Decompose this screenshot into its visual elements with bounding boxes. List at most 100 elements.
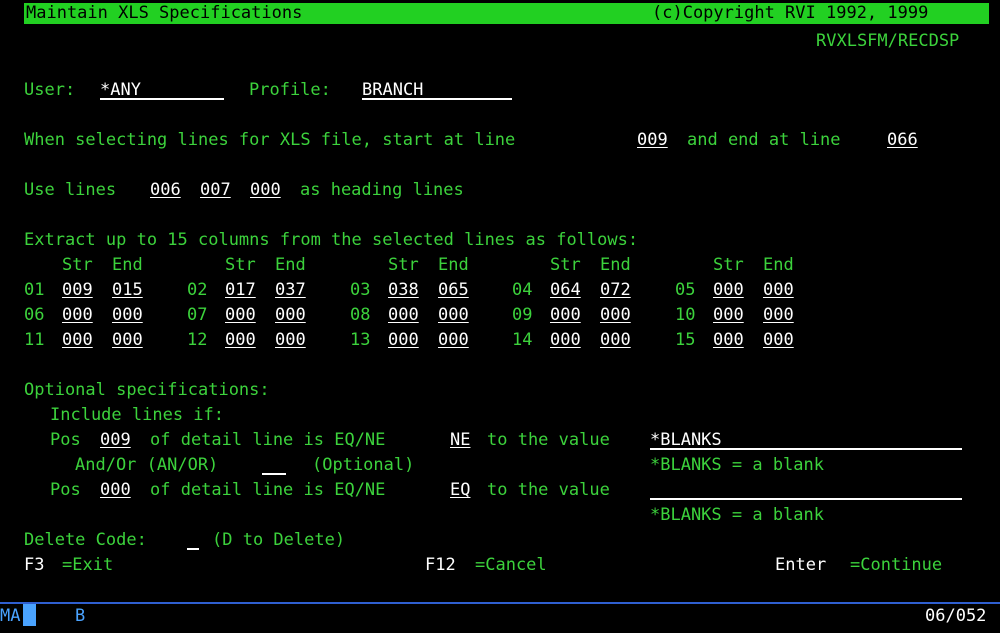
column-number: 09	[512, 305, 533, 325]
end-header: End	[275, 255, 306, 275]
value-1-input[interactable]: *BLANKS	[650, 429, 962, 450]
str-header: Str	[62, 255, 93, 275]
column-number: 05	[675, 280, 696, 300]
column-start-input[interactable]: 009	[62, 279, 93, 301]
heading-lines-suffix: as heading lines	[300, 180, 464, 200]
column-end-input[interactable]: 000	[600, 329, 631, 351]
column-number: 07	[187, 305, 208, 325]
column-start-input[interactable]: 000	[388, 329, 419, 351]
column-number: 01	[24, 280, 45, 300]
column-start-input[interactable]: 000	[62, 304, 93, 326]
column-end-input[interactable]: 000	[763, 279, 794, 301]
pos-label-2: Pos	[50, 480, 81, 500]
blanks-note-1: *BLANKS = a blank	[650, 455, 824, 475]
column-end-input[interactable]: 000	[763, 329, 794, 351]
f3-key-label: F3	[24, 555, 45, 575]
optional-specs-label: Optional specifications:	[24, 380, 270, 400]
status-bar	[0, 602, 1000, 633]
str-header: Str	[550, 255, 581, 275]
delete-code-input[interactable]	[187, 529, 199, 550]
pos-1-input[interactable]: 009	[100, 429, 131, 451]
column-number: 13	[350, 330, 371, 350]
column-end-input[interactable]: 000	[763, 304, 794, 326]
f3-action-label: =Exit	[62, 555, 114, 575]
to-value-text-1: to the value	[487, 430, 610, 450]
end-line-text: and end at line	[687, 130, 841, 150]
end-header: End	[112, 255, 143, 275]
detail-line-text-2: of detail line is EQ/NE	[150, 480, 386, 500]
andor-label: And/Or (AN/OR)	[75, 455, 219, 475]
column-start-input[interactable]: 000	[225, 304, 256, 326]
column-number: 12	[187, 330, 208, 350]
delete-code-hint: (D to Delete)	[212, 530, 346, 550]
column-number: 03	[350, 280, 371, 300]
heading-line-2-input[interactable]: 007	[200, 179, 231, 201]
end-line-input[interactable]: 066	[887, 129, 918, 151]
end-header: End	[438, 255, 469, 275]
column-end-input[interactable]: 015	[112, 279, 143, 301]
user-input[interactable]: *ANY	[100, 79, 224, 100]
column-start-input[interactable]: 000	[713, 329, 744, 351]
operator-2-input[interactable]: EQ	[450, 479, 470, 501]
user-label: User:	[24, 80, 76, 100]
column-number: 08	[350, 305, 371, 325]
column-end-input[interactable]: 000	[438, 329, 469, 351]
column-number: 02	[187, 280, 208, 300]
f12-key-label: F12	[425, 555, 456, 575]
column-number: 14	[512, 330, 533, 350]
enter-key-label: Enter	[775, 555, 827, 575]
column-number: 11	[24, 330, 45, 350]
delete-code-label: Delete Code:	[24, 530, 147, 550]
column-start-input[interactable]: 000	[550, 329, 581, 351]
column-end-input[interactable]: 065	[438, 279, 469, 301]
column-end-input[interactable]: 000	[275, 329, 306, 351]
pos-label-1: Pos	[50, 430, 81, 450]
str-header: Str	[388, 255, 419, 275]
column-start-input[interactable]: 000	[550, 304, 581, 326]
status-mode: MA	[0, 606, 21, 626]
column-end-input[interactable]: 000	[112, 304, 143, 326]
heading-line-1-input[interactable]: 006	[150, 179, 181, 201]
andor-input[interactable]	[262, 454, 286, 475]
str-header: Str	[225, 255, 256, 275]
cursor-block	[23, 604, 36, 626]
str-header: Str	[713, 255, 744, 275]
extract-columns-text: Extract up to 15 columns from the select…	[24, 230, 639, 250]
column-end-input[interactable]: 037	[275, 279, 306, 301]
f12-action-label: =Cancel	[475, 555, 547, 575]
column-end-input[interactable]: 000	[600, 304, 631, 326]
start-line-input[interactable]: 009	[637, 129, 668, 151]
column-start-input[interactable]: 000	[713, 279, 744, 301]
column-start-input[interactable]: 000	[62, 329, 93, 351]
program-id: RVXLSFM/RECDSP	[816, 31, 960, 51]
screen-title: Maintain XLS Specifications	[26, 3, 303, 23]
heading-line-3-input[interactable]: 000	[250, 179, 281, 201]
column-end-input[interactable]: 000	[438, 304, 469, 326]
include-lines-label: Include lines if:	[50, 405, 224, 425]
column-start-input[interactable]: 000	[225, 329, 256, 351]
enter-action-label: =Continue	[850, 555, 943, 575]
pos-2-input[interactable]: 000	[100, 479, 131, 501]
cursor-position: 06/052	[925, 606, 987, 626]
column-end-input[interactable]: 000	[275, 304, 306, 326]
status-indicator: B	[75, 606, 86, 626]
detail-line-text-1: of detail line is EQ/NE	[150, 430, 386, 450]
heading-lines-label: Use lines	[24, 180, 117, 200]
column-number: 04	[512, 280, 533, 300]
column-start-input[interactable]: 000	[713, 304, 744, 326]
title-bar: Maintain XLS Specifications (c)Copyright…	[24, 3, 989, 24]
end-header: End	[763, 255, 794, 275]
column-start-input[interactable]: 038	[388, 279, 419, 301]
profile-label: Profile:	[249, 80, 331, 100]
to-value-text-2: to the value	[487, 480, 610, 500]
profile-input[interactable]: BRANCH	[362, 79, 512, 100]
column-start-input[interactable]: 017	[225, 279, 256, 301]
column-start-input[interactable]: 064	[550, 279, 581, 301]
operator-1-input[interactable]: NE	[450, 429, 470, 451]
value-2-input[interactable]	[650, 479, 962, 500]
column-start-input[interactable]: 000	[388, 304, 419, 326]
column-number: 06	[24, 305, 45, 325]
column-end-input[interactable]: 000	[112, 329, 143, 351]
column-number: 15	[675, 330, 696, 350]
column-end-input[interactable]: 072	[600, 279, 631, 301]
